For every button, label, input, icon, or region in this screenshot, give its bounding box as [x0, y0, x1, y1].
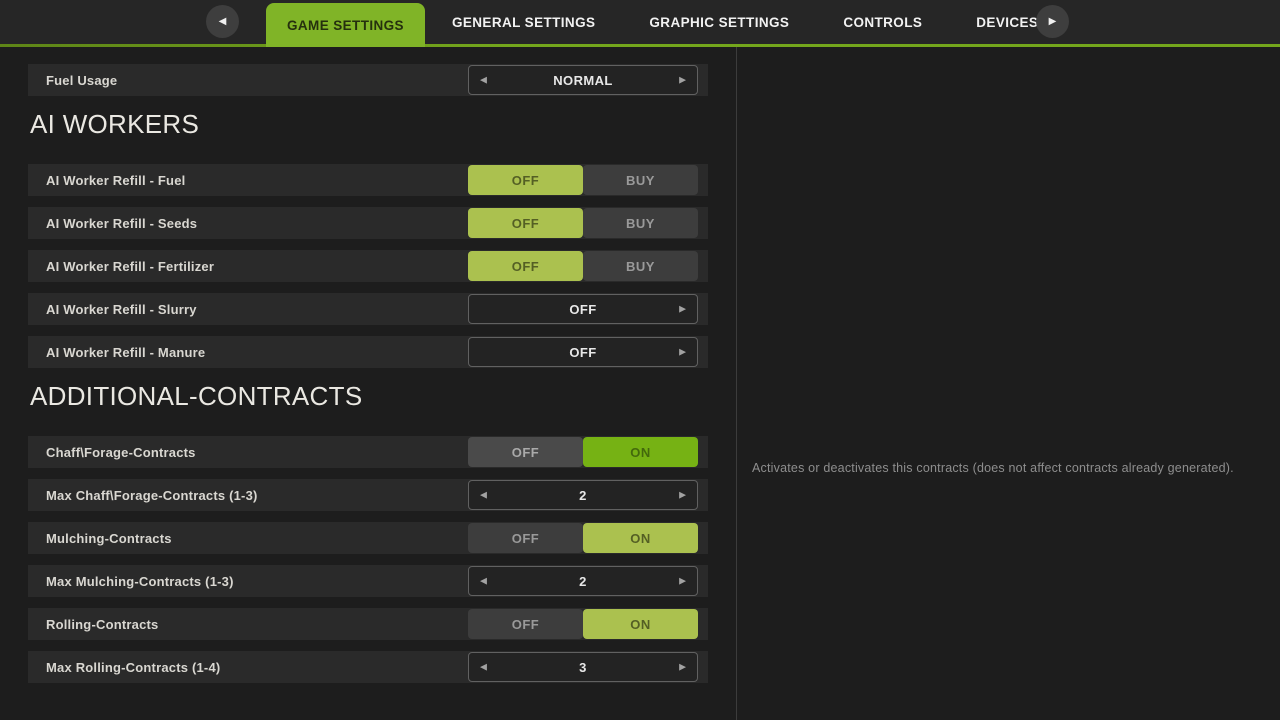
toggle-group: OFFON: [468, 523, 698, 553]
toggle-option-on[interactable]: ON: [583, 523, 698, 553]
tab-bar: ◀ GAME SETTINGSGENERAL SETTINGSGRAPHIC S…: [0, 0, 1280, 44]
setting-control: ◀ 2 ▶: [468, 566, 698, 596]
settings-row: Fuel Usage ◀ NORMAL ▶: [28, 64, 708, 96]
settings-row: Max Mulching-Contracts (1-3) ◀ 2 ▶: [28, 565, 708, 597]
setting-control: OFFON: [468, 437, 698, 467]
setting-label: AI Worker Refill - Slurry: [46, 302, 197, 317]
toggle-option-off[interactable]: OFF: [468, 609, 583, 639]
setting-control: OFFON: [468, 609, 698, 639]
section-heading: ADDITIONAL-CONTRACTS: [30, 379, 708, 413]
tabs-prev-button[interactable]: ◀: [206, 5, 239, 38]
settings-row: Mulching-Contracts OFFON: [28, 522, 708, 554]
stepper-increase-icon[interactable]: ▶: [679, 348, 686, 357]
value-stepper: ◀ 2 ▶: [468, 480, 698, 510]
value-stepper: ◀ 2 ▶: [468, 566, 698, 596]
setting-control: OFFBUY: [468, 208, 698, 238]
stepper-increase-icon[interactable]: ▶: [679, 663, 686, 672]
stepper-increase-icon[interactable]: ▶: [679, 577, 686, 586]
value-stepper: OFF ▶: [468, 337, 698, 367]
setting-label: Rolling-Contracts: [46, 617, 158, 632]
setting-label: AI Worker Refill - Manure: [46, 345, 205, 360]
toggle-group: OFFBUY: [468, 165, 698, 195]
toggle-option-off[interactable]: OFF: [468, 208, 583, 238]
toggle-group: OFFBUY: [468, 251, 698, 281]
stepper-value: 3: [579, 660, 587, 675]
toggle-option-on[interactable]: ON: [583, 437, 698, 467]
toggle-option-buy[interactable]: BUY: [583, 251, 698, 281]
left-arrow-icon: ◀: [219, 16, 227, 27]
settings-row: AI Worker Refill - Slurry OFF ▶: [28, 293, 708, 325]
value-stepper: ◀ NORMAL ▶: [468, 65, 698, 95]
stepper-decrease-icon[interactable]: ◀: [480, 663, 487, 672]
tab-general-settings[interactable]: GENERAL SETTINGS: [425, 0, 622, 44]
setting-control: OFFBUY: [468, 165, 698, 195]
toggle-group: OFFON: [468, 437, 698, 467]
setting-control: ◀ 3 ▶: [468, 652, 698, 682]
setting-label: Max Mulching-Contracts (1-3): [46, 574, 234, 589]
stepper-decrease-icon[interactable]: ◀: [480, 491, 487, 500]
settings-row: AI Worker Refill - Manure OFF ▶: [28, 336, 708, 368]
setting-control: OFF ▶: [468, 294, 698, 324]
setting-label: AI Worker Refill - Seeds: [46, 216, 197, 231]
stepper-value: 2: [579, 488, 587, 503]
setting-control: OFF ▶: [468, 337, 698, 367]
toggle-option-buy[interactable]: BUY: [583, 208, 698, 238]
toggle-group: OFFON: [468, 609, 698, 639]
section-heading: AI WORKERS: [30, 107, 708, 141]
setting-control: ◀ 2 ▶: [468, 480, 698, 510]
settings-row: AI Worker Refill - Fuel OFFBUY: [28, 164, 708, 196]
setting-control: OFFBUY: [468, 251, 698, 281]
stepper-decrease-icon[interactable]: ◀: [480, 76, 487, 85]
settings-row: Chaff\Forage-Contracts OFFON: [28, 436, 708, 468]
settings-content: Fuel Usage ◀ NORMAL ▶ AI WORKERS AI Worker Re…: [0, 47, 1280, 720]
setting-label: AI Worker Refill - Fuel: [46, 173, 185, 188]
tab-controls[interactable]: CONTROLS: [816, 0, 949, 44]
value-stepper: ◀ 3 ▶: [468, 652, 698, 682]
tabs-next-button[interactable]: ▶: [1036, 5, 1069, 38]
setting-label: Max Chaff\Forage-Contracts (1-3): [46, 488, 258, 503]
stepper-value: NORMAL: [553, 73, 612, 88]
settings-row: AI Worker Refill - Seeds OFFBUY: [28, 207, 708, 239]
settings-panel: Fuel Usage ◀ NORMAL ▶ AI WORKERS AI Worker Re…: [28, 47, 708, 694]
setting-label: Mulching-Contracts: [46, 531, 172, 546]
setting-label: AI Worker Refill - Fertilizer: [46, 259, 214, 274]
setting-label: Max Rolling-Contracts (1-4): [46, 660, 220, 675]
stepper-increase-icon[interactable]: ▶: [679, 305, 686, 314]
toggle-option-off[interactable]: OFF: [468, 523, 583, 553]
toggle-option-off[interactable]: OFF: [468, 437, 583, 467]
tab-game-settings[interactable]: GAME SETTINGS: [266, 3, 425, 47]
stepper-decrease-icon[interactable]: ◀: [480, 577, 487, 586]
right-arrow-icon: ▶: [1049, 16, 1057, 27]
setting-label: Chaff\Forage-Contracts: [46, 445, 196, 460]
stepper-value: OFF: [569, 345, 596, 360]
tab-graphic-settings[interactable]: GRAPHIC SETTINGS: [622, 0, 816, 44]
toggle-option-off[interactable]: OFF: [468, 251, 583, 281]
panel-divider: [736, 47, 737, 720]
stepper-increase-icon[interactable]: ▶: [679, 76, 686, 85]
settings-row: Max Rolling-Contracts (1-4) ◀ 3 ▶: [28, 651, 708, 683]
settings-row: Rolling-Contracts OFFON: [28, 608, 708, 640]
toggle-group: OFFBUY: [468, 208, 698, 238]
toggle-option-buy[interactable]: BUY: [583, 165, 698, 195]
stepper-increase-icon[interactable]: ▶: [679, 491, 686, 500]
setting-control: ◀ NORMAL ▶: [468, 65, 698, 95]
tab-bar-tabs: GAME SETTINGSGENERAL SETTINGSGRAPHIC SET…: [266, 0, 1065, 47]
toggle-option-off[interactable]: OFF: [468, 165, 583, 195]
stepper-value: OFF: [569, 302, 596, 317]
toggle-option-on[interactable]: ON: [583, 609, 698, 639]
setting-label: Fuel Usage: [46, 73, 117, 88]
setting-description: Activates or deactivates this contracts …: [752, 461, 1272, 475]
settings-row: AI Worker Refill - Fertilizer OFFBUY: [28, 250, 708, 282]
value-stepper: OFF ▶: [468, 294, 698, 324]
setting-control: OFFON: [468, 523, 698, 553]
stepper-value: 2: [579, 574, 587, 589]
settings-row: Max Chaff\Forage-Contracts (1-3) ◀ 2 ▶: [28, 479, 708, 511]
